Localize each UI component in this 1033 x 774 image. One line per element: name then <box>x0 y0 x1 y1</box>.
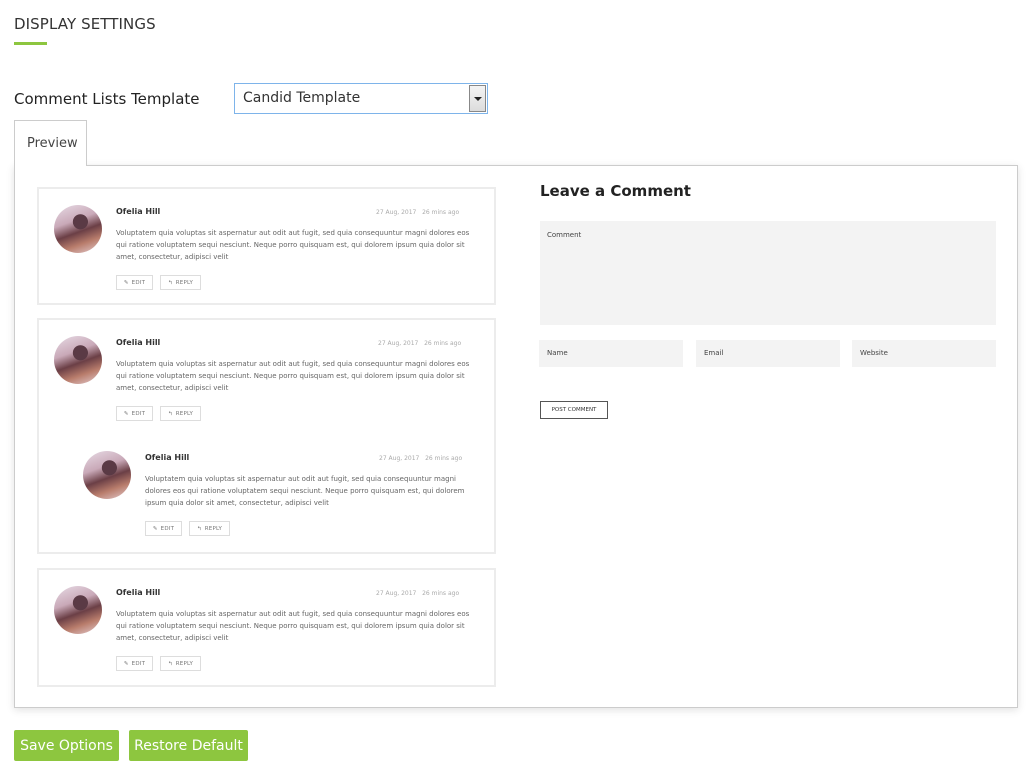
comment-text: Voluptatem quia voluptas sit aspernatur … <box>116 229 470 261</box>
comment-date: 27 Aug, 2017 26 mins ago <box>379 455 463 462</box>
comment-card: Ofelia Hill 27 Aug, 2017 26 mins ago Vol… <box>37 318 496 554</box>
avatar <box>54 336 102 384</box>
section-underline <box>14 42 47 45</box>
comment-card: Ofelia Hill 27 Aug, 2017 26 mins ago Vol… <box>37 187 496 305</box>
avatar <box>83 451 131 499</box>
chevron-down-icon[interactable] <box>469 85 486 112</box>
form-title: Leave a Comment <box>540 182 691 200</box>
email-input[interactable]: Email <box>696 340 840 367</box>
reply-button[interactable]: ↰ REPLY <box>160 656 201 671</box>
reply-button[interactable]: ↰ REPLY <box>160 406 201 421</box>
comment-text: Voluptatem quia voluptas sit aspernatur … <box>145 475 465 507</box>
edit-button[interactable]: ✎ EDIT <box>116 275 153 290</box>
comment-date: 27 Aug, 2017 26 mins ago <box>376 590 460 597</box>
name-placeholder: Name <box>547 349 568 357</box>
comment-placeholder: Comment <box>547 231 582 239</box>
pencil-icon: ✎ <box>152 525 158 532</box>
comment-text: Voluptatem quia voluptas sit aspernatur … <box>116 610 470 642</box>
save-options-button[interactable]: Save Options <box>14 730 119 761</box>
section-title: DISPLAY SETTINGS <box>14 15 156 33</box>
template-label: Comment Lists Template <box>14 90 200 108</box>
reply-icon: ↰ <box>167 410 173 417</box>
edit-button[interactable]: ✎ EDIT <box>116 656 153 671</box>
template-select[interactable]: Candid Template <box>234 83 488 114</box>
pencil-icon: ✎ <box>123 410 129 417</box>
comment-card: Ofelia Hill 27 Aug, 2017 26 mins ago Vol… <box>37 568 496 687</box>
comment-textarea[interactable]: Comment <box>540 221 996 325</box>
name-input[interactable]: Name <box>539 340 683 367</box>
pencil-icon: ✎ <box>123 660 129 667</box>
reply-icon: ↰ <box>167 279 173 286</box>
comment-author: Ofelia Hill <box>145 453 190 462</box>
comment-author: Ofelia Hill <box>116 588 161 597</box>
comment-author: Ofelia Hill <box>116 207 161 216</box>
reply-button[interactable]: ↰ REPLY <box>189 521 230 536</box>
reply-button[interactable]: ↰ REPLY <box>160 275 201 290</box>
edit-button[interactable]: ✎ EDIT <box>116 406 153 421</box>
comment-date: 27 Aug, 2017 26 mins ago <box>378 340 462 347</box>
preview-panel: Ofelia Hill 27 Aug, 2017 26 mins ago Vol… <box>14 165 1018 708</box>
edit-button[interactable]: ✎ EDIT <box>145 521 182 536</box>
website-input[interactable]: Website <box>852 340 996 367</box>
avatar <box>54 586 102 634</box>
tab-preview-label: Preview <box>27 136 78 151</box>
template-select-value: Candid Template <box>243 90 361 106</box>
restore-default-button[interactable]: Restore Default <box>129 730 248 761</box>
reply-icon: ↰ <box>167 660 173 667</box>
reply-icon: ↰ <box>196 525 202 532</box>
comment-author: Ofelia Hill <box>116 338 161 347</box>
website-placeholder: Website <box>860 349 888 357</box>
tab-preview[interactable]: Preview <box>14 120 87 166</box>
pencil-icon: ✎ <box>123 279 129 286</box>
post-comment-button[interactable]: POST COMMENT <box>540 401 608 419</box>
avatar <box>54 205 102 253</box>
email-placeholder: Email <box>704 349 724 357</box>
comment-date: 27 Aug, 2017 26 mins ago <box>376 209 460 216</box>
comment-text: Voluptatem quia voluptas sit aspernatur … <box>116 360 470 392</box>
